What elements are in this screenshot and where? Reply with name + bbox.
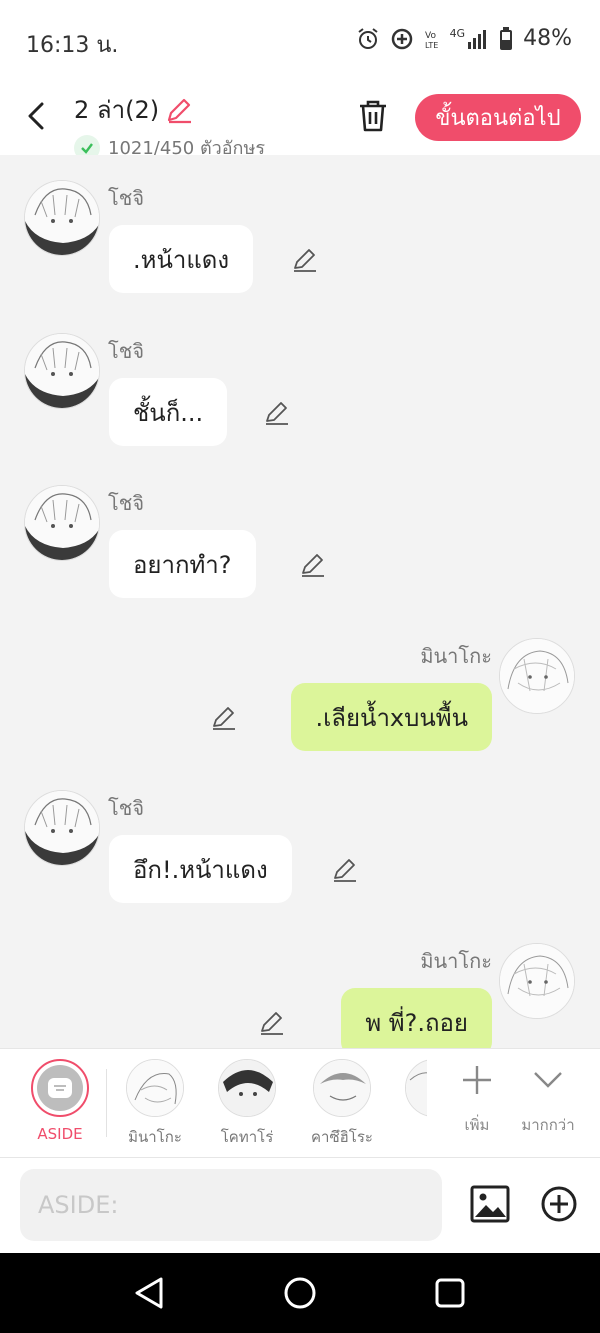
message-sender: โชจิ (108, 186, 145, 210)
avatar[interactable] (24, 485, 100, 561)
battery-percent: 48% (523, 26, 572, 51)
header: 2 ล่า(2) 1021/450 ตัวอักษร ขั้นตอนต่อไป (0, 80, 600, 161)
message-bubble[interactable]: พ พี่?.ถอย (341, 988, 492, 1048)
chat-message[interactable]: มินาโกะพ พี่?.ถอย (0, 943, 600, 1048)
back-icon[interactable] (22, 98, 54, 134)
character-name: มินาโกะ (128, 1128, 182, 1146)
chat-message[interactable]: โชจิอึก!.หน้าแดง (0, 790, 600, 930)
message-bubble[interactable]: .หน้าแดง (109, 225, 254, 293)
aside-character[interactable]: ASIDE (22, 1059, 98, 1143)
speech-icon (48, 1078, 72, 1098)
plus-circle-icon[interactable] (540, 1185, 578, 1223)
nav-recents-icon[interactable] (432, 1275, 468, 1311)
nav-home-icon[interactable] (282, 1275, 318, 1311)
aside-label: ASIDE (37, 1125, 83, 1143)
edit-pencil-icon[interactable] (210, 704, 238, 732)
character-item-kazuhiro[interactable]: คาซึฮิโระ (302, 1059, 382, 1149)
divider (106, 1069, 107, 1137)
status-time: 16:13 น. (26, 33, 119, 58)
avatar[interactable] (499, 943, 575, 1019)
data-saver-icon (391, 28, 412, 49)
message-sender: มินาโกะ (420, 949, 492, 973)
message-bubble[interactable]: .เลียน้ำxบนพื้น (291, 683, 492, 751)
character-item-kotaro[interactable]: โคทาโร่ (209, 1059, 285, 1149)
avatar[interactable] (24, 333, 100, 409)
pencil-icon[interactable] (165, 96, 193, 124)
chat-message[interactable]: โชจิ .หน้าแดง (0, 180, 600, 320)
network-label: 4G (449, 27, 466, 40)
add-character-button[interactable]: เพิ่ม (452, 1063, 502, 1137)
avatar (218, 1059, 276, 1117)
message-sender: โชจิ (108, 491, 145, 515)
message-sender: มินาโกะ (420, 644, 492, 668)
avatar (313, 1059, 371, 1117)
message-bubble[interactable]: ชั้นก็... (109, 378, 228, 446)
edit-pencil-icon[interactable] (331, 856, 359, 884)
avatar (405, 1059, 427, 1117)
chat-message[interactable]: โชจิชั้นก็... (0, 333, 600, 473)
trash-icon[interactable] (356, 98, 390, 134)
title-block: 2 ล่า(2) 1021/450 ตัวอักษร (74, 90, 265, 162)
avatar (126, 1059, 184, 1117)
edit-pencil-icon[interactable] (299, 551, 327, 579)
next-step-button[interactable]: ขั้นตอนต่อไป (415, 94, 581, 141)
system-nav-bar (0, 1253, 600, 1333)
svg-text:LTE: LTE (425, 41, 438, 50)
character-bar: ASIDE มินาโกะ โคทาโร่ คาซึฮิโระ เพิ่ม มา… (0, 1048, 600, 1158)
more-label: มากกว่า (521, 1116, 575, 1134)
composer (0, 1158, 600, 1253)
message-sender: โชจิ (108, 796, 145, 820)
message-bubble[interactable]: อึก!.หน้าแดง (109, 835, 292, 903)
message-input[interactable] (20, 1169, 442, 1241)
battery-icon (500, 26, 513, 50)
message-bubble[interactable]: อยากทำ? (109, 530, 256, 598)
volte-icon: VoLTE (425, 31, 438, 50)
signal-icon (468, 29, 487, 49)
svg-text:Vo: Vo (425, 31, 436, 41)
episode-title[interactable]: 2 ล่า(2) (74, 90, 265, 129)
aside-avatar (31, 1059, 89, 1117)
chat-message[interactable]: โชจิอยากทำ? (0, 485, 600, 625)
status-bar: 16:13 น. Vo LTE 4G 48% (0, 0, 600, 80)
edit-pencil-icon[interactable] (258, 1009, 286, 1037)
chat-area[interactable]: โชจิ .หน้าแดง โชจิ ชั้นก็... โชจิ อยากทำ? มินา… (0, 155, 600, 1048)
edit-pencil-icon[interactable] (291, 246, 319, 274)
character-item-partial[interactable] (405, 1059, 427, 1117)
nav-back-icon[interactable] (131, 1275, 167, 1311)
status-icons: Vo LTE 4G 48% (356, 26, 572, 51)
add-label: เพิ่ม (464, 1116, 490, 1134)
avatar[interactable] (24, 790, 100, 866)
message-sender: โชจิ (108, 339, 145, 363)
plus-icon (463, 1066, 491, 1094)
avatar[interactable] (24, 180, 100, 256)
more-button[interactable]: มากกว่า (518, 1063, 578, 1137)
avatar[interactable] (499, 638, 575, 714)
episode-title-text: 2 ล่า(2) (74, 96, 160, 124)
chat-message[interactable]: มินาโกะ .เลียน้ำxบนพื้น (0, 638, 600, 778)
chevron-down-icon (534, 1072, 562, 1088)
alarm-icon (357, 27, 378, 49)
character-item-minako[interactable]: มินาโกะ (117, 1059, 193, 1149)
edit-pencil-icon[interactable] (263, 399, 291, 427)
image-icon[interactable] (470, 1185, 510, 1223)
character-name: คาซึฮิโระ (311, 1128, 373, 1146)
character-name: โคทาโร่ (220, 1128, 274, 1146)
